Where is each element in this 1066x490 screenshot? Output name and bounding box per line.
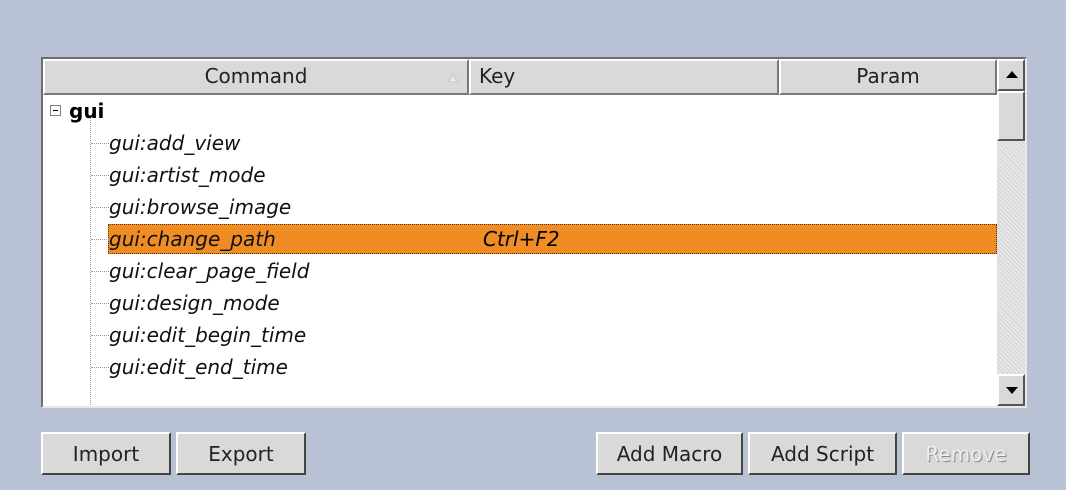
tree-branch-line	[91, 143, 109, 144]
tree-branch-line	[91, 239, 109, 240]
table-header: Command Key Param	[43, 59, 997, 95]
add-script-button[interactable]: Add Script	[748, 432, 897, 475]
tree-group-row[interactable]: gui	[43, 95, 997, 127]
command-cell: gui:add_view	[109, 131, 241, 155]
table-row[interactable]: gui:clear_page_field	[43, 255, 997, 287]
tree-branch-line	[91, 303, 109, 304]
command-cell: gui:clear_page_field	[109, 259, 310, 283]
vertical-scrollbar[interactable]	[997, 59, 1025, 406]
tree-group-label: gui	[69, 99, 105, 123]
tree-branch-line	[91, 271, 109, 272]
column-header-key[interactable]: Key	[469, 59, 779, 95]
table-row[interactable]: gui:edit_begin_time	[43, 319, 997, 351]
tree-branch-line	[91, 335, 109, 336]
scroll-down-button[interactable]	[997, 374, 1025, 406]
command-table: Command Key Param gui gui:add_view gui:a…	[41, 57, 1027, 408]
column-header-key-label: Key	[479, 64, 516, 88]
tree-branch-line	[91, 175, 109, 176]
tree-branch-line	[91, 207, 109, 208]
command-cell: gui:artist_mode	[109, 163, 266, 187]
tree-branch-line	[91, 367, 109, 368]
export-button[interactable]: Export	[176, 432, 306, 475]
collapse-icon[interactable]	[50, 105, 61, 116]
scroll-up-button[interactable]	[997, 59, 1025, 91]
table-row[interactable]: gui:add_view	[43, 127, 997, 159]
command-cell: gui:edit_begin_time	[109, 323, 307, 347]
command-cell: gui:design_mode	[109, 291, 280, 315]
column-header-command[interactable]: Command	[43, 59, 469, 95]
command-tree: gui gui:add_view gui:artist_mode gui:bro…	[43, 95, 997, 406]
arrow-up-icon	[1006, 71, 1018, 78]
add-macro-button[interactable]: Add Macro	[596, 432, 743, 475]
scrollbar-thumb[interactable]	[997, 91, 1025, 141]
table-row[interactable]: gui:browse_image	[43, 191, 997, 223]
column-header-param[interactable]: Param	[779, 59, 997, 95]
table-row[interactable]: gui:design_mode	[43, 287, 997, 319]
column-header-command-label: Command	[204, 64, 308, 88]
column-header-param-label: Param	[856, 64, 920, 88]
arrow-down-icon	[1006, 387, 1018, 394]
command-cell: gui:change_path	[109, 227, 276, 251]
table-row-selected[interactable]: gui:change_path Ctrl+F2	[43, 223, 997, 255]
command-cell: gui:browse_image	[109, 195, 292, 219]
command-cell: gui:edit_end_time	[109, 355, 288, 379]
sort-ascending-icon	[447, 72, 459, 82]
table-row[interactable]: gui:artist_mode	[43, 159, 997, 191]
table-row[interactable]: gui:edit_end_time	[43, 351, 997, 383]
key-cell: Ctrl+F2	[483, 227, 560, 251]
remove-button: Remove	[902, 432, 1030, 475]
import-button[interactable]: Import	[41, 432, 171, 475]
